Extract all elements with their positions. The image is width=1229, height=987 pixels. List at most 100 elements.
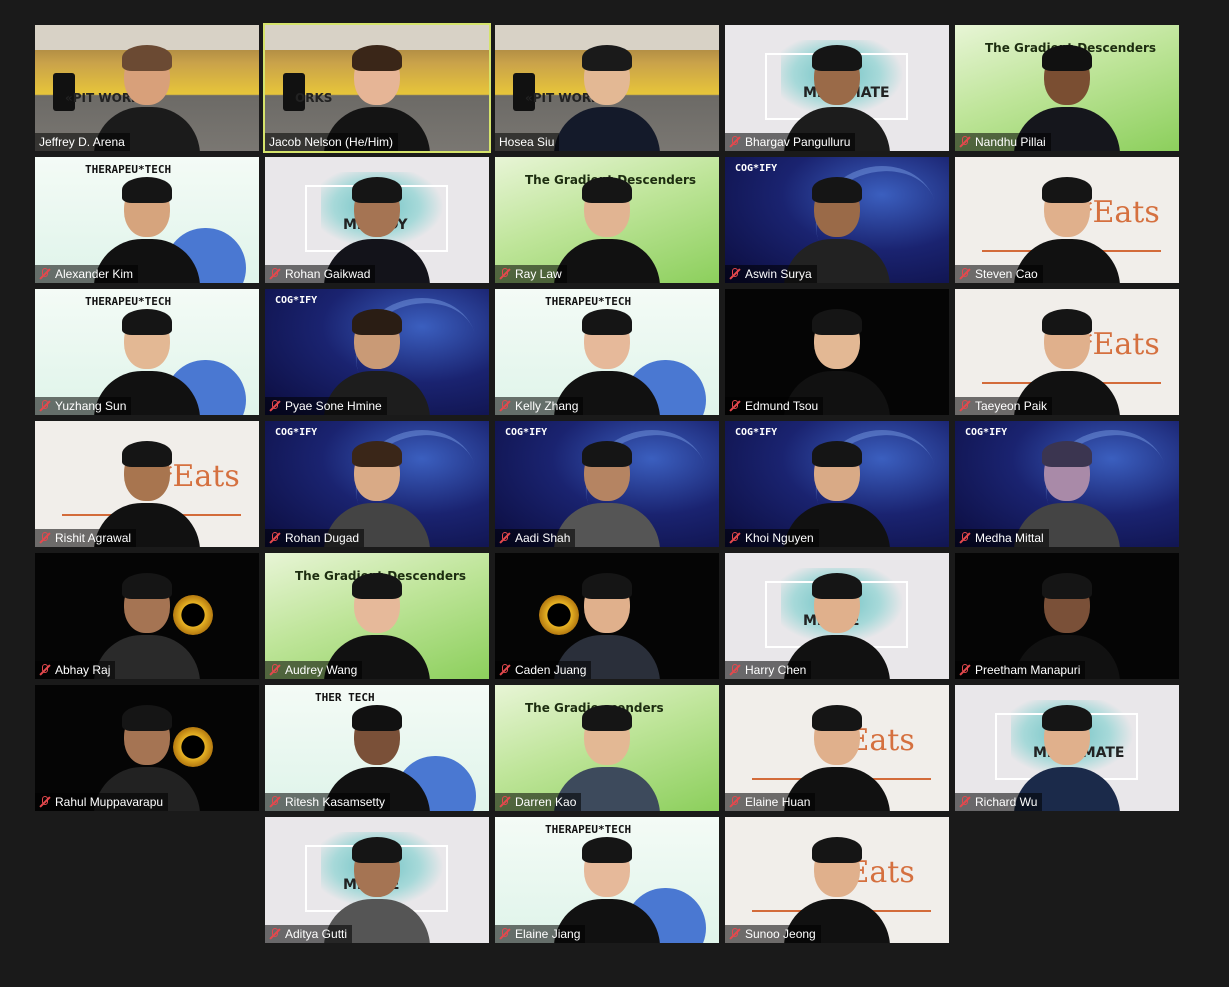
participant-nameplate: Abhay Raj [35,661,116,679]
participant-name: Jacob Nelson (He/Him) [269,135,394,149]
participant-nameplate: Nandhu Pillai [955,133,1051,151]
participant-tile[interactable]: «PIT WORKS Hosea Siu [495,25,719,151]
participant-tile[interactable]: C *Eats Rishit Agrawal [35,421,259,547]
participant-tile[interactable]: Caden Juang [495,553,719,679]
participant-nameplate: Elaine Huan [725,793,816,811]
participant-name: Bhargav Pangulluru [745,135,851,149]
participant-name: Medha Mittal [975,531,1044,545]
microphone-muted-icon [499,400,511,412]
microphone-muted-icon [269,796,281,808]
participant-tile[interactable]: THER TECH Ritesh Kasamsetty [265,685,489,811]
participant-name: Yuzhang Sun [55,399,127,413]
video-gallery: «PIT WORKS Jeffrey D. Arena ORKS Jacob Nels… [0,0,1229,987]
microphone-muted-icon [39,796,51,808]
participant-tile[interactable]: MEL TEAditya Gutti [265,817,489,943]
microphone-muted-icon [959,796,971,808]
participant-name: Elaine Huan [745,795,811,809]
microphone-muted-icon [499,928,511,940]
participant-nameplate: Ray Law [495,265,567,283]
background-brand-text: COG*IFY [735,427,778,438]
microphone-muted-icon [959,532,971,544]
microphone-muted-icon [729,268,741,280]
background-brand-text: COG*IFY [965,427,1008,438]
participant-tile[interactable]: MEL TEHarry Chen [725,553,949,679]
participant-tile[interactable]: COG*IFY Rohan Dugad [265,421,489,547]
participant-name: Hosea Siu [499,135,555,149]
microphone-muted-icon [729,136,741,148]
participant-tile[interactable]: The Gradient Descenders Audrey Wang [265,553,489,679]
participant-nameplate: Rohan Dugad [265,529,365,547]
participant-nameplate: Khoi Nguyen [725,529,819,547]
microphone-muted-icon [39,664,51,676]
participant-video [552,171,662,283]
participant-tile[interactable]: THERAPEU*TECH Elaine Jiang [495,817,719,943]
microphone-muted-icon [499,796,511,808]
participant-nameplate: Caden Juang [495,661,592,679]
participant-tile[interactable]: COG*IFY Medha Mittal [955,421,1179,547]
participant-tile[interactable]: COG*IFY Pyae Sone Hmine [265,289,489,415]
background-brand-text: COG*IFY [275,427,318,438]
participant-name: Darren Kao [515,795,577,809]
participant-nameplate: Harry Chen [725,661,812,679]
microphone-muted-icon [729,928,741,940]
participant-name: Rohan Gaikwad [285,267,371,281]
participant-nameplate: Medha Mittal [955,529,1049,547]
microphone-muted-icon [269,400,281,412]
participant-name: Sunoo Jeong [745,927,816,941]
participant-name: Elaine Jiang [515,927,581,941]
participant-tile[interactable]: C *Eats Steven Cao [955,157,1179,283]
participant-name: Khoi Nguyen [745,531,814,545]
participant-tile[interactable]: COG*IFY Aswin Surya [725,157,949,283]
participant-name: Ritesh Kasamsetty [285,795,386,809]
microphone-muted-icon [269,532,281,544]
participant-nameplate: Pyae Sone Hmine [265,397,387,415]
participant-tile[interactable]: C *Eats Taeyeon Paik [955,289,1179,415]
participant-tile[interactable]: 1YRahul Muppavarapu [35,685,259,811]
participant-tile[interactable]: THERAPEU*TECH Yuzhang Sun [35,289,259,415]
participant-name: Preetham Manapuri [975,663,1081,677]
participant-nameplate: Jeffrey D. Arena [35,133,130,151]
participant-tile[interactable]: MELO MATERichard Wu [955,685,1179,811]
participant-tile[interactable]: 3B1YPreetham Manapuri [955,553,1179,679]
participant-nameplate: Audrey Wang [265,661,363,679]
participant-name: Nandhu Pillai [975,135,1046,149]
participant-nameplate: Rahul Muppavarapu [35,793,169,811]
participant-tile[interactable]: The Gradient Descenders Nandhu Pillai [955,25,1179,151]
participant-nameplate: Alexander Kim [35,265,139,283]
participant-tile[interactable]: MELODYRohan Gaikwad [265,157,489,283]
participant-tile[interactable]: «PIT WORKS Jeffrey D. Arena [35,25,259,151]
participant-nameplate: Preetham Manapuri [955,661,1086,679]
participant-tile[interactable]: THERAPEU*TECH Alexander Kim [35,157,259,283]
participant-name: Aswin Surya [745,267,812,281]
participant-tile[interactable]: YAbhay Raj [35,553,259,679]
participant-nameplate: Yuzhang Sun [35,397,132,415]
participant-nameplate: Darren Kao [495,793,582,811]
participant-name: Taeyeon Paik [975,399,1048,413]
microphone-muted-icon [729,796,741,808]
participant-name: Alexander Kim [55,267,134,281]
participant-nameplate: Rishit Agrawal [35,529,137,547]
participant-tile[interactable]: C Eats Elaine Huan [725,685,949,811]
microphone-muted-icon [959,136,971,148]
microphone-muted-icon [959,268,971,280]
participant-name: Jeffrey D. Arena [39,135,125,149]
participant-nameplate: Aadi Shah [495,529,576,547]
participant-nameplate: Ritesh Kasamsetty [265,793,391,811]
participant-tile[interactable]: The Gradie scenders Darren Kao [495,685,719,811]
participant-tile[interactable]: C Eats Sunoo Jeong [725,817,949,943]
participant-tile[interactable]: COG*IFY Khoi Nguyen [725,421,949,547]
participant-tile[interactable]: COG*IFY Aadi Shah [495,421,719,547]
participant-tile[interactable]: ORKS Jacob Nelson (He/Him) [263,23,491,153]
participant-tile[interactable]: THERAPEU*TECH Kelly Zhang [495,289,719,415]
microphone-muted-icon [39,532,51,544]
participant-name: Abhay Raj [55,663,111,677]
microphone-muted-icon [499,664,511,676]
microphone-muted-icon [269,664,281,676]
participant-name: Audrey Wang [285,663,358,677]
participant-tile[interactable]: 3B1YEdmund Tsou [725,289,949,415]
background-brand-text: COG*IFY [505,427,548,438]
participant-name: Rahul Muppavarapu [55,795,164,809]
participant-tile[interactable]: The Gradient Descenders Ray Law [495,157,719,283]
participant-nameplate: Kelly Zhang [495,397,584,415]
participant-tile[interactable]: MELOMATEBhargav Pangulluru [725,25,949,151]
